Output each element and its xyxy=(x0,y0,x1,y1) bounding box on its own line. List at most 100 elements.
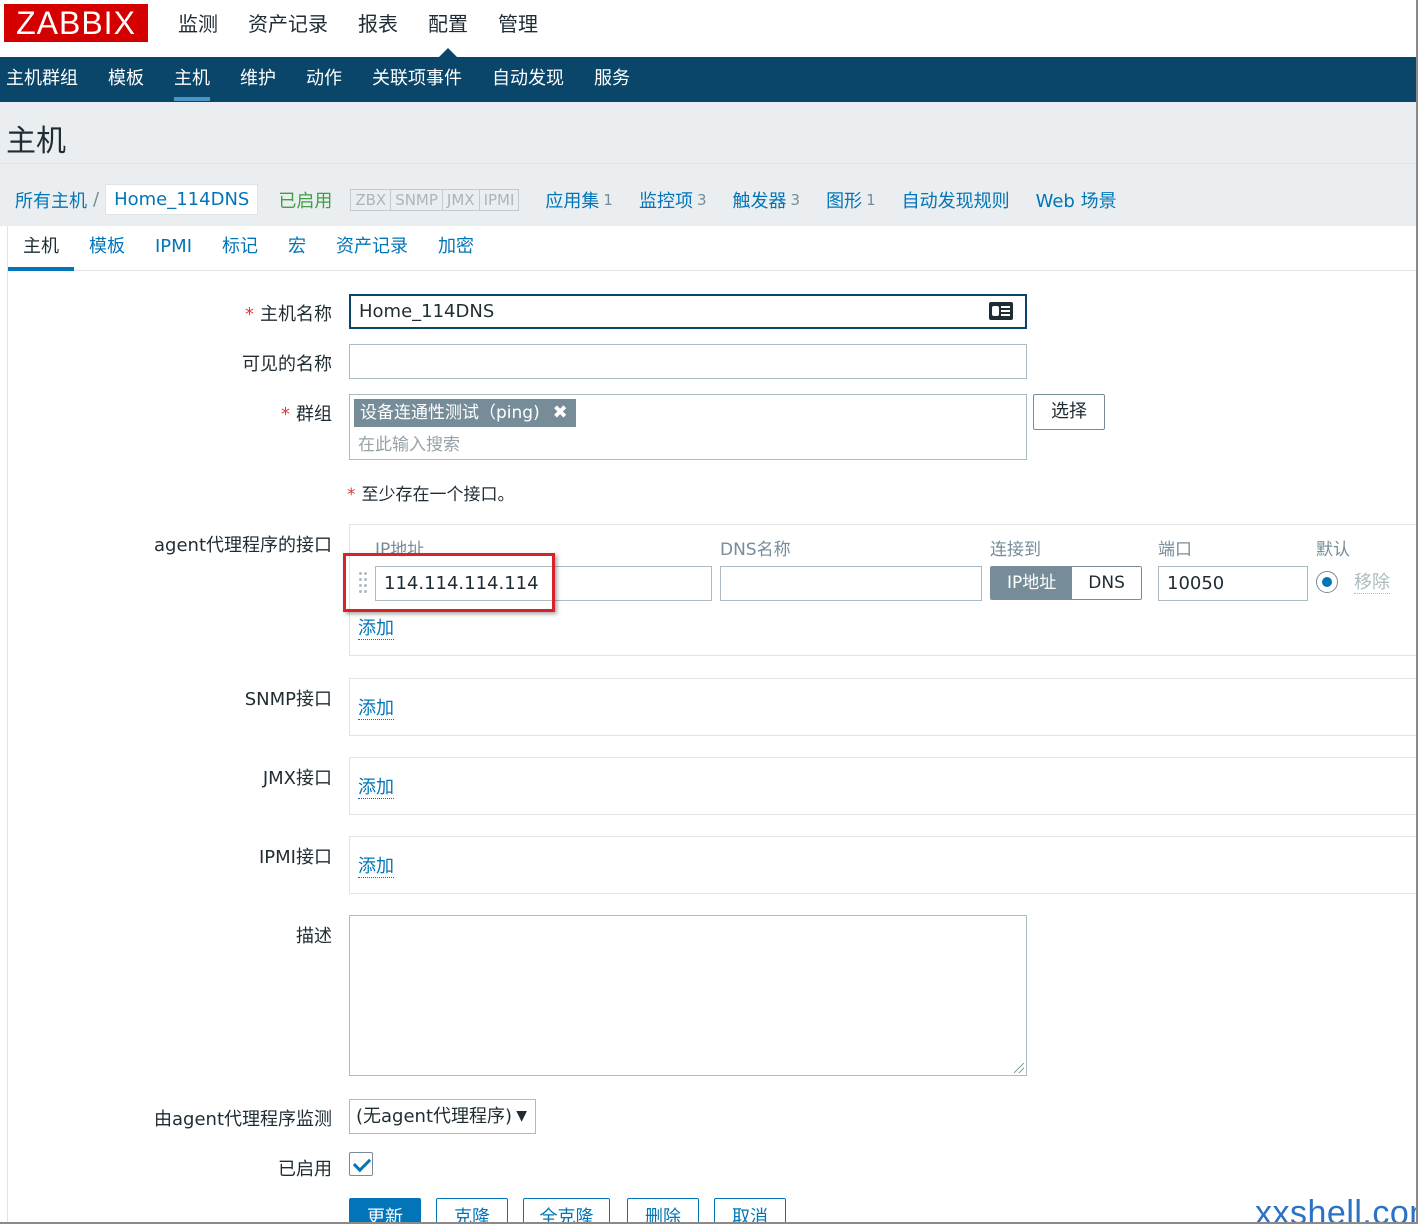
tab-tags[interactable]: 标记 xyxy=(207,226,273,270)
browser-frame: ZABBIX 监测 资产记录 报表 配置 管理 主机群组 模板 主机 维护 动作… xyxy=(0,0,1418,1224)
full-clone-button[interactable]: 全克隆 xyxy=(523,1198,610,1222)
sub-menu-services[interactable]: 服务 xyxy=(594,57,630,102)
update-button[interactable]: 更新 xyxy=(349,1198,421,1222)
groups-label: * 群组 xyxy=(281,400,332,426)
link-applications[interactable]: 应用集 xyxy=(545,187,599,213)
sub-menu-discovery[interactable]: 自动发现 xyxy=(492,57,564,102)
visible-name-label: 可见的名称 xyxy=(242,354,332,375)
group-tag: 设备连通性测试（ping) ✖ xyxy=(354,399,576,427)
host-form-panel: 主机 模板 IPMI 标记 宏 资产记录 加密 * 主机名称 Home_114DN… xyxy=(7,226,1416,1222)
breadcrumb-all-hosts[interactable]: 所有主机 xyxy=(15,187,87,213)
col-dns-header: DNS名称 xyxy=(720,540,791,560)
main-menu-administration[interactable]: 管理 xyxy=(498,0,538,57)
link-triggers[interactable]: 触发器 xyxy=(733,187,787,213)
default-interface-radio[interactable] xyxy=(1316,571,1338,593)
enabled-checkbox[interactable] xyxy=(349,1152,373,1176)
snmp-interfaces-label: SNMP接口 xyxy=(244,689,332,710)
tab-ipmi[interactable]: IPMI xyxy=(140,226,207,270)
page-header: 主机 xyxy=(0,102,1416,164)
availability-zbx: ZBX xyxy=(351,189,392,210)
availability-jmx: JMX xyxy=(443,189,480,210)
breadcrumb-separator: / xyxy=(93,189,100,210)
top-bar: ZABBIX 监测 资产记录 报表 配置 管理 xyxy=(0,0,1416,57)
resize-grip-icon[interactable] xyxy=(1014,1063,1024,1073)
tab-encryption[interactable]: 加密 xyxy=(423,226,489,270)
add-agent-interface-link[interactable]: 添加 xyxy=(358,619,394,640)
add-snmp-interface-link[interactable]: 添加 xyxy=(358,699,394,720)
sub-menu-maintenance[interactable]: 维护 xyxy=(240,57,276,102)
graphs-count: 1 xyxy=(866,190,876,209)
group-tag-label: 设备连通性测试（ping) xyxy=(360,403,540,423)
add-jmx-interface-link[interactable]: 添加 xyxy=(358,778,394,799)
availability-ipmi: IPMI xyxy=(483,190,515,209)
groups-multiselect[interactable]: 设备连通性测试（ping) ✖ 在此输入搜索 xyxy=(349,394,1027,460)
description-textarea[interactable] xyxy=(349,915,1027,1076)
remove-tag-icon[interactable]: ✖ xyxy=(553,399,568,427)
add-ipmi-interface-link[interactable]: 添加 xyxy=(358,857,394,878)
proxy-select[interactable]: (无agent代理程序) ▼ xyxy=(349,1099,536,1134)
sub-menu-event-correlation[interactable]: 关联项事件 xyxy=(372,57,462,102)
interface-required-note: * 至少存在一个接口。 xyxy=(347,480,515,505)
col-connect-header: 连接到 xyxy=(990,540,1041,560)
zabbix-logo[interactable]: ZABBIX xyxy=(4,4,148,42)
enabled-label: 已启用 xyxy=(278,1159,332,1180)
id-card-icon xyxy=(989,302,1013,320)
breadcrumb-current-host[interactable]: Home_114DNS xyxy=(105,184,259,215)
page-title: 主机 xyxy=(6,124,66,159)
cancel-button[interactable]: 取消 xyxy=(714,1198,786,1222)
items-count: 3 xyxy=(696,190,707,209)
visible-name-input[interactable] xyxy=(349,344,1027,379)
groups-label-text: 群组 xyxy=(296,404,332,425)
col-port-header: 端口 xyxy=(1158,540,1192,560)
host-navigation: 所有主机 / Home_114DNS 已启用 ZBX SNMP JMX IPMI… xyxy=(0,164,1416,226)
ipmi-interfaces-box: 添加 xyxy=(349,836,1416,894)
sub-menu-hosts[interactable]: 主机 xyxy=(174,57,210,102)
sub-menu-templates[interactable]: 模板 xyxy=(108,57,144,102)
required-mark: * xyxy=(347,485,356,505)
main-menu-monitoring[interactable]: 监测 xyxy=(178,0,218,57)
agent-port-input[interactable]: 10050 xyxy=(1158,566,1308,601)
required-mark: * xyxy=(281,404,290,425)
form-tabs: 主机 模板 IPMI 标记 宏 资产记录 加密 xyxy=(8,226,1416,271)
tab-host[interactable]: 主机 xyxy=(8,226,74,271)
sub-menu-actions[interactable]: 动作 xyxy=(306,57,342,102)
dropdown-caret-icon: ▼ xyxy=(516,1108,527,1124)
host-status-enabled[interactable]: 已启用 xyxy=(278,187,332,213)
link-items[interactable]: 监控项 xyxy=(639,187,693,213)
required-mark: * xyxy=(245,304,254,325)
remove-interface-link[interactable]: 移除 xyxy=(1354,573,1390,594)
connect-dns-option[interactable]: DNS xyxy=(1072,567,1141,599)
delete-button[interactable]: 删除 xyxy=(627,1198,699,1222)
tab-inventory[interactable]: 资产记录 xyxy=(321,226,423,270)
jmx-interfaces-label: JMX接口 xyxy=(262,768,332,789)
sub-menu-host-groups[interactable]: 主机群组 xyxy=(6,57,78,102)
connect-to-toggle: IP地址 DNS xyxy=(990,566,1142,600)
tab-templates[interactable]: 模板 xyxy=(74,226,140,270)
link-web-scenarios[interactable]: Web 场景 xyxy=(1036,187,1117,213)
main-menu-reports[interactable]: 报表 xyxy=(358,0,398,57)
link-discovery-rules[interactable]: 自动发现规则 xyxy=(902,187,1010,213)
proxy-selected-value: (无agent代理程序) xyxy=(356,1106,513,1127)
main-menu-configuration[interactable]: 配置 xyxy=(428,0,468,57)
host-name-label: * 主机名称 xyxy=(245,300,332,326)
ipmi-interfaces-label: IPMI接口 xyxy=(258,847,332,868)
main-menu-inventory[interactable]: 资产记录 xyxy=(248,0,328,57)
interface-required-text: 至少存在一个接口。 xyxy=(361,485,515,505)
clone-button[interactable]: 克隆 xyxy=(436,1198,508,1222)
agent-interfaces-label: agent代理程序的接口 xyxy=(154,535,332,556)
triggers-count: 3 xyxy=(790,190,801,209)
agent-dns-input[interactable] xyxy=(720,566,982,601)
link-graphs[interactable]: 图形 xyxy=(826,187,862,213)
host-name-input[interactable]: Home_114DNS xyxy=(349,294,1027,329)
select-groups-button[interactable]: 选择 xyxy=(1033,394,1105,430)
availability-badges: ZBX SNMP JMX IPMI xyxy=(350,188,520,211)
groups-search-placeholder[interactable]: 在此输入搜索 xyxy=(358,430,460,455)
description-label: 描述 xyxy=(296,926,332,947)
tab-macros[interactable]: 宏 xyxy=(273,226,321,270)
snmp-interfaces-box: 添加 xyxy=(349,678,1416,736)
highlight-box xyxy=(343,553,555,612)
connect-ip-option[interactable]: IP地址 xyxy=(991,567,1073,599)
host-name-value: Home_114DNS xyxy=(359,301,495,322)
jmx-interfaces-box: 添加 xyxy=(349,757,1416,815)
sub-menu: 主机群组 模板 主机 维护 动作 关联项事件 自动发现 服务 xyxy=(0,57,1416,102)
